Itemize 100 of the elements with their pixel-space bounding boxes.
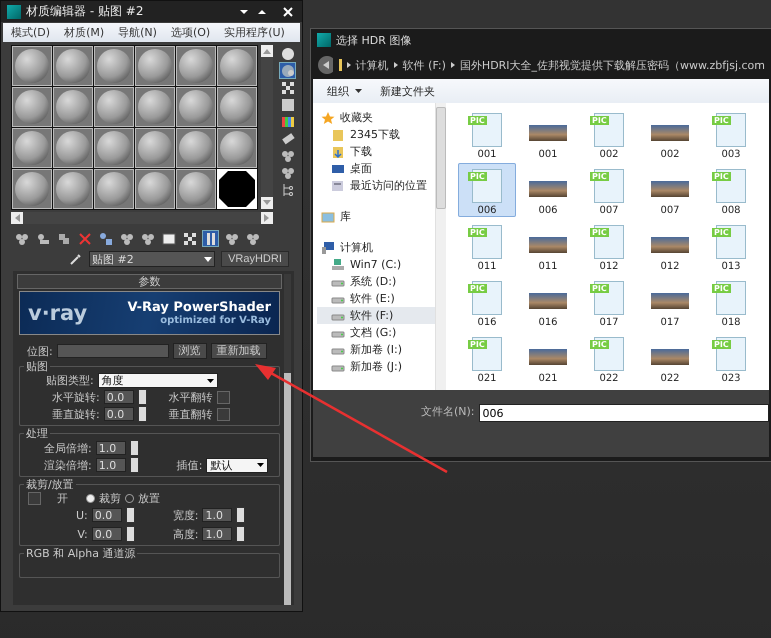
spinner-field[interactable]: 1.0 <box>202 508 232 522</box>
menu-item[interactable]: 选项(O) <box>170 25 210 40</box>
file-item[interactable]: 001 <box>519 107 577 161</box>
field-label: V: <box>77 528 88 540</box>
breadcrumb-item[interactable]: 计算机 <box>356 58 389 72</box>
spinner-field[interactable]: 0.0 <box>92 508 122 522</box>
copy-icon <box>98 230 113 246</box>
panel-scrollbar[interactable] <box>284 274 291 605</box>
menu-item[interactable]: 导航(N) <box>118 25 157 40</box>
file-item[interactable]: PIC 023 <box>702 331 760 385</box>
radio-button[interactable] <box>125 494 134 503</box>
file-item[interactable]: 022 <box>641 331 699 385</box>
spinner-field[interactable]: 0.0 <box>104 390 134 404</box>
file-item[interactable]: PIC 021 <box>458 331 516 385</box>
bitmap-button[interactable]: 浏览 <box>172 343 207 359</box>
caret-icon[interactable] <box>204 256 212 262</box>
nav-item[interactable]: 最近访问的位置 <box>317 177 435 194</box>
back-forward-icon[interactable] <box>317 55 334 75</box>
nav-item[interactable]: 计算机 <box>317 239 435 256</box>
nav-item[interactable]: 新加卷 (J:) <box>317 358 435 375</box>
toolbar-button[interactable]: 新建文件夹 <box>380 84 435 98</box>
spinner-arrows[interactable] <box>130 457 139 473</box>
file-item[interactable]: 017 <box>641 275 699 329</box>
nav-item[interactable]: 下载 <box>317 143 435 160</box>
side-tool-button[interactable] <box>279 79 296 96</box>
nav-item[interactable]: 2345下载 <box>317 126 435 143</box>
spinner-field[interactable]: 0.0 <box>92 527 122 541</box>
file-item[interactable]: PIC 011 <box>458 219 516 273</box>
toolbar-button[interactable] <box>181 230 198 247</box>
file-item[interactable]: 012 <box>641 219 699 273</box>
spinner-arrows[interactable] <box>138 406 147 422</box>
toolbar-button[interactable] <box>202 230 219 247</box>
interpolation-dropdown[interactable]: 默认 <box>206 458 268 472</box>
side-tool-button[interactable] <box>279 96 296 113</box>
eyedropper-icon[interactable] <box>69 252 83 266</box>
file-item[interactable]: 007 <box>641 163 699 217</box>
toolbar-button[interactable]: 组织 <box>327 84 362 98</box>
spinner-field[interactable]: 1.0 <box>96 458 126 472</box>
file-item[interactable]: PIC 022 <box>580 331 638 385</box>
spinner-arrows[interactable] <box>126 507 135 523</box>
nav-item[interactable]: 系统 (D:) <box>317 273 435 290</box>
spinner-field[interactable]: 1.0 <box>202 527 232 541</box>
file-item[interactable]: PIC 008 <box>702 163 760 217</box>
nav-item[interactable]: 软件 (E:) <box>317 290 435 307</box>
spinner-arrows[interactable] <box>236 507 246 523</box>
nav-item[interactable]: 新加卷 (I:) <box>317 341 435 358</box>
menu-item[interactable]: 材质(M) <box>64 25 104 40</box>
file-item[interactable]: 011 <box>519 219 577 273</box>
file-item[interactable]: PIC 003 <box>702 107 760 161</box>
checkbox[interactable] <box>216 408 230 420</box>
file-item[interactable]: PIC 006 <box>458 163 516 217</box>
nav-item[interactable]: 文档 (G:) <box>317 324 435 341</box>
file-item[interactable]: 021 <box>519 331 577 385</box>
file-item[interactable]: PIC 001 <box>458 107 516 161</box>
menu-item[interactable]: 实用程序(U) <box>224 25 285 40</box>
app-icon <box>7 4 21 18</box>
spinner-field[interactable]: 1.0 <box>96 441 126 455</box>
sphere-preview <box>15 49 49 83</box>
checkbox[interactable] <box>28 492 41 505</box>
side-tool-button[interactable] <box>279 45 296 62</box>
file-item[interactable]: PIC 018 <box>702 275 760 329</box>
file-item[interactable]: 002 <box>641 107 699 161</box>
mapping-type-dropdown[interactable]: 角度 <box>98 373 218 388</box>
spinner-arrows[interactable] <box>130 440 139 456</box>
map-name-field[interactable]: 贴图 #2 <box>89 251 215 267</box>
file-item[interactable]: PIC 013 <box>702 219 760 273</box>
nav-scrollbar[interactable] <box>435 103 446 390</box>
radio-button[interactable] <box>86 494 95 503</box>
rollout-header[interactable]: 参数 <box>17 274 282 289</box>
download-icon <box>331 144 345 158</box>
nav-item[interactable]: 软件 (F:) <box>317 307 435 324</box>
caret-icon[interactable] <box>206 378 214 382</box>
caret-icon[interactable] <box>257 463 264 467</box>
caret-icon[interactable] <box>355 89 362 93</box>
breadcrumb-separator-icon <box>394 62 398 68</box>
file-item[interactable]: PIC 016 <box>458 275 516 329</box>
nav-item[interactable]: 收藏夹 <box>317 109 435 126</box>
spinner-arrows[interactable] <box>138 389 147 405</box>
spinner-arrows[interactable] <box>126 526 135 542</box>
spinner-arrows[interactable] <box>236 526 246 542</box>
side-tool-button[interactable] <box>279 62 296 79</box>
checkbox[interactable] <box>216 390 230 404</box>
breadcrumb-item[interactable]: 国外HDRI大全_佐邦视觉提供下载解压密码（www.zbfjsj.com <box>460 58 765 72</box>
map-type-button[interactable]: VRayHDRI <box>221 251 289 267</box>
bitmap-button[interactable]: 重新加载 <box>210 343 267 359</box>
file-item[interactable]: PIC 007 <box>580 163 638 217</box>
breadcrumb-item[interactable]: 软件 (F:) <box>402 58 446 72</box>
file-item[interactable]: 006 <box>519 163 577 217</box>
file-item[interactable]: PIC 012 <box>580 219 638 273</box>
filename-field[interactable]: 006 <box>478 404 769 422</box>
file-item[interactable]: 016 <box>519 275 577 329</box>
menu-item[interactable]: 模式(D) <box>11 25 50 40</box>
nav-item[interactable]: 桌面 <box>317 160 435 177</box>
nav-item[interactable]: Win7 (C:) <box>317 256 435 273</box>
bitmap-field[interactable] <box>56 344 169 358</box>
toolbar-button[interactable] <box>97 230 114 247</box>
nav-item[interactable]: 库 <box>317 208 435 225</box>
file-item[interactable]: PIC 017 <box>580 275 638 329</box>
spinner-field[interactable]: 0.0 <box>104 407 134 421</box>
file-item[interactable]: PIC 002 <box>580 107 638 161</box>
